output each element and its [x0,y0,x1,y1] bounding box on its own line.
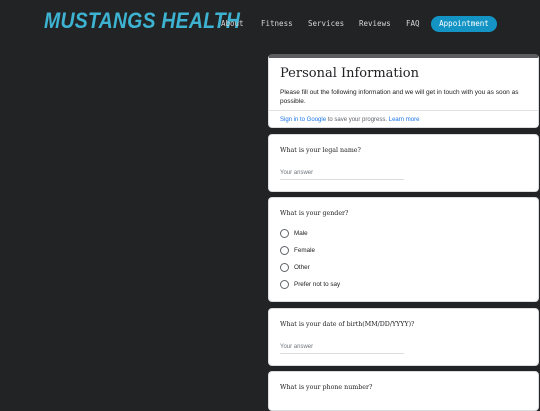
signin-text: to save your progress. [326,117,389,123]
question-card-dob: What is your date of birth(MM/DD/YYYY)? … [268,308,539,366]
form-description: Please fill out the following informatio… [280,89,519,105]
header-divider [269,110,538,111]
radio-button[interactable] [280,263,289,272]
radio-button[interactable] [280,229,289,238]
dob-input[interactable]: Your answer [280,343,404,354]
question-phone-label: What is your phone number? [280,384,373,391]
nav-faq[interactable]: FAQ [406,16,420,32]
question-card-phone: What is your phone number? [268,371,539,411]
radio-button[interactable] [280,246,289,255]
nav-fitness[interactable]: Fitness [261,16,293,32]
embedded-form: Personal Information Please fill out the… [268,54,540,411]
radio-label: Other [294,264,310,271]
radio-label: Male [294,230,308,237]
form-header-card: Personal Information Please fill out the… [268,54,539,128]
question-card-name: What is your legal name? Your answer [268,134,539,192]
nav-reviews[interactable]: Reviews [359,16,391,32]
name-input[interactable]: Your answer [280,169,404,180]
nav-about[interactable]: About [221,16,244,32]
learn-more-link[interactable]: Learn more [389,117,420,123]
question-dob-label: What is your date of birth(MM/DD/YYYY)? [280,321,415,328]
radio-button[interactable] [280,280,289,289]
signin-link[interactable]: Sign in to Google [280,117,326,123]
form-title: Personal Information [280,66,420,81]
question-name-label: What is your legal name? [280,147,361,154]
brand-logo[interactable]: MUSTANGS HEALTH [44,9,240,35]
nav-services[interactable]: Services [308,16,344,32]
question-gender-label: What is your gender? [280,210,349,217]
appointment-button[interactable]: Appointment [431,16,497,32]
radio-label: Prefer not to say [294,281,341,288]
radio-label: Female [294,247,315,254]
signin-note: Sign in to Google to save your progress.… [280,117,419,123]
question-card-gender: What is your gender? Male Female Other P… [268,197,539,302]
